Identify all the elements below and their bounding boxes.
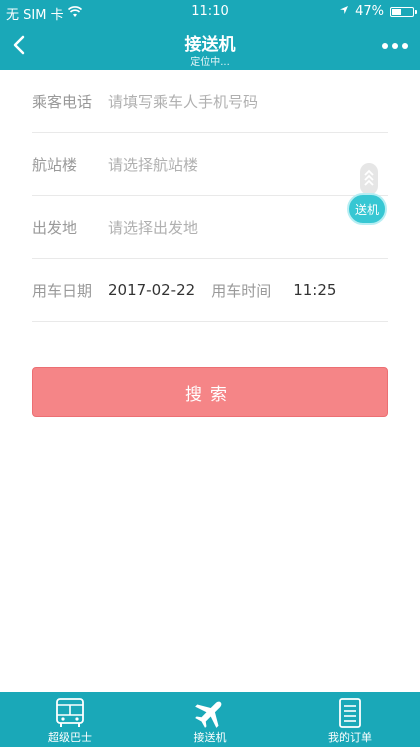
tab-bar: 超级巴士 接送机 我的订单: [0, 692, 420, 747]
departure-label: 出发地: [32, 218, 78, 237]
location-status: 定位中...: [190, 57, 230, 68]
plane-icon: [195, 701, 222, 728]
tab-label: 我的订单: [328, 731, 372, 744]
header: 无 SIM 卡 11:10 47% 接送机 定位中...: [0, 0, 420, 70]
time-label: 用车时间: [211, 281, 272, 300]
page-title: 接送机: [184, 35, 236, 55]
order-list-icon: [339, 698, 361, 728]
location-arrow-icon: [339, 4, 349, 19]
phone-label: 乘客电话: [32, 92, 93, 111]
slide-handle[interactable]: [360, 163, 378, 195]
tab-my-orders[interactable]: 我的订单: [280, 692, 420, 747]
date-label: 用车日期: [32, 281, 93, 300]
terminal-row[interactable]: 航站楼 请选择航站楼: [32, 133, 388, 196]
departure-select[interactable]: 请选择出发地: [108, 217, 198, 238]
phone-input[interactable]: 请填写乘车人手机号码: [108, 91, 258, 112]
search-button[interactable]: 搜索: [32, 367, 388, 417]
tab-label: 超级巴士: [48, 731, 92, 744]
booking-form: 乘客电话 请填写乘车人手机号码 航站楼 请选择航站楼 出发地 请选择出发地 用车…: [32, 70, 388, 322]
tab-label: 接送机: [193, 731, 227, 744]
more-dots-icon: [382, 43, 408, 49]
time-value[interactable]: 11:25: [293, 281, 336, 299]
battery-icon: [390, 6, 417, 17]
date-value[interactable]: 2017-02-22: [108, 281, 195, 299]
phone-row: 乘客电话 请填写乘车人手机号码: [32, 70, 388, 133]
departure-row[interactable]: 出发地 请选择出发地: [32, 196, 388, 259]
terminal-label: 航站楼: [32, 155, 78, 174]
status-bar: 无 SIM 卡 11:10 47%: [0, 0, 420, 23]
tab-airport-transfer[interactable]: 接送机: [140, 692, 280, 747]
datetime-row: 用车日期 2017-02-22 用车时间 11:25: [32, 259, 388, 322]
dropoff-toggle-button[interactable]: 送机: [347, 193, 387, 225]
battery-percent: 47%: [355, 4, 384, 19]
status-right: 47%: [339, 4, 417, 19]
chevrons-up-icon: [364, 169, 374, 186]
terminal-select[interactable]: 请选择航站楼: [108, 154, 198, 175]
bus-icon: [56, 698, 84, 727]
more-button[interactable]: [380, 36, 410, 56]
tab-super-bus[interactable]: 超级巴士: [0, 692, 140, 747]
